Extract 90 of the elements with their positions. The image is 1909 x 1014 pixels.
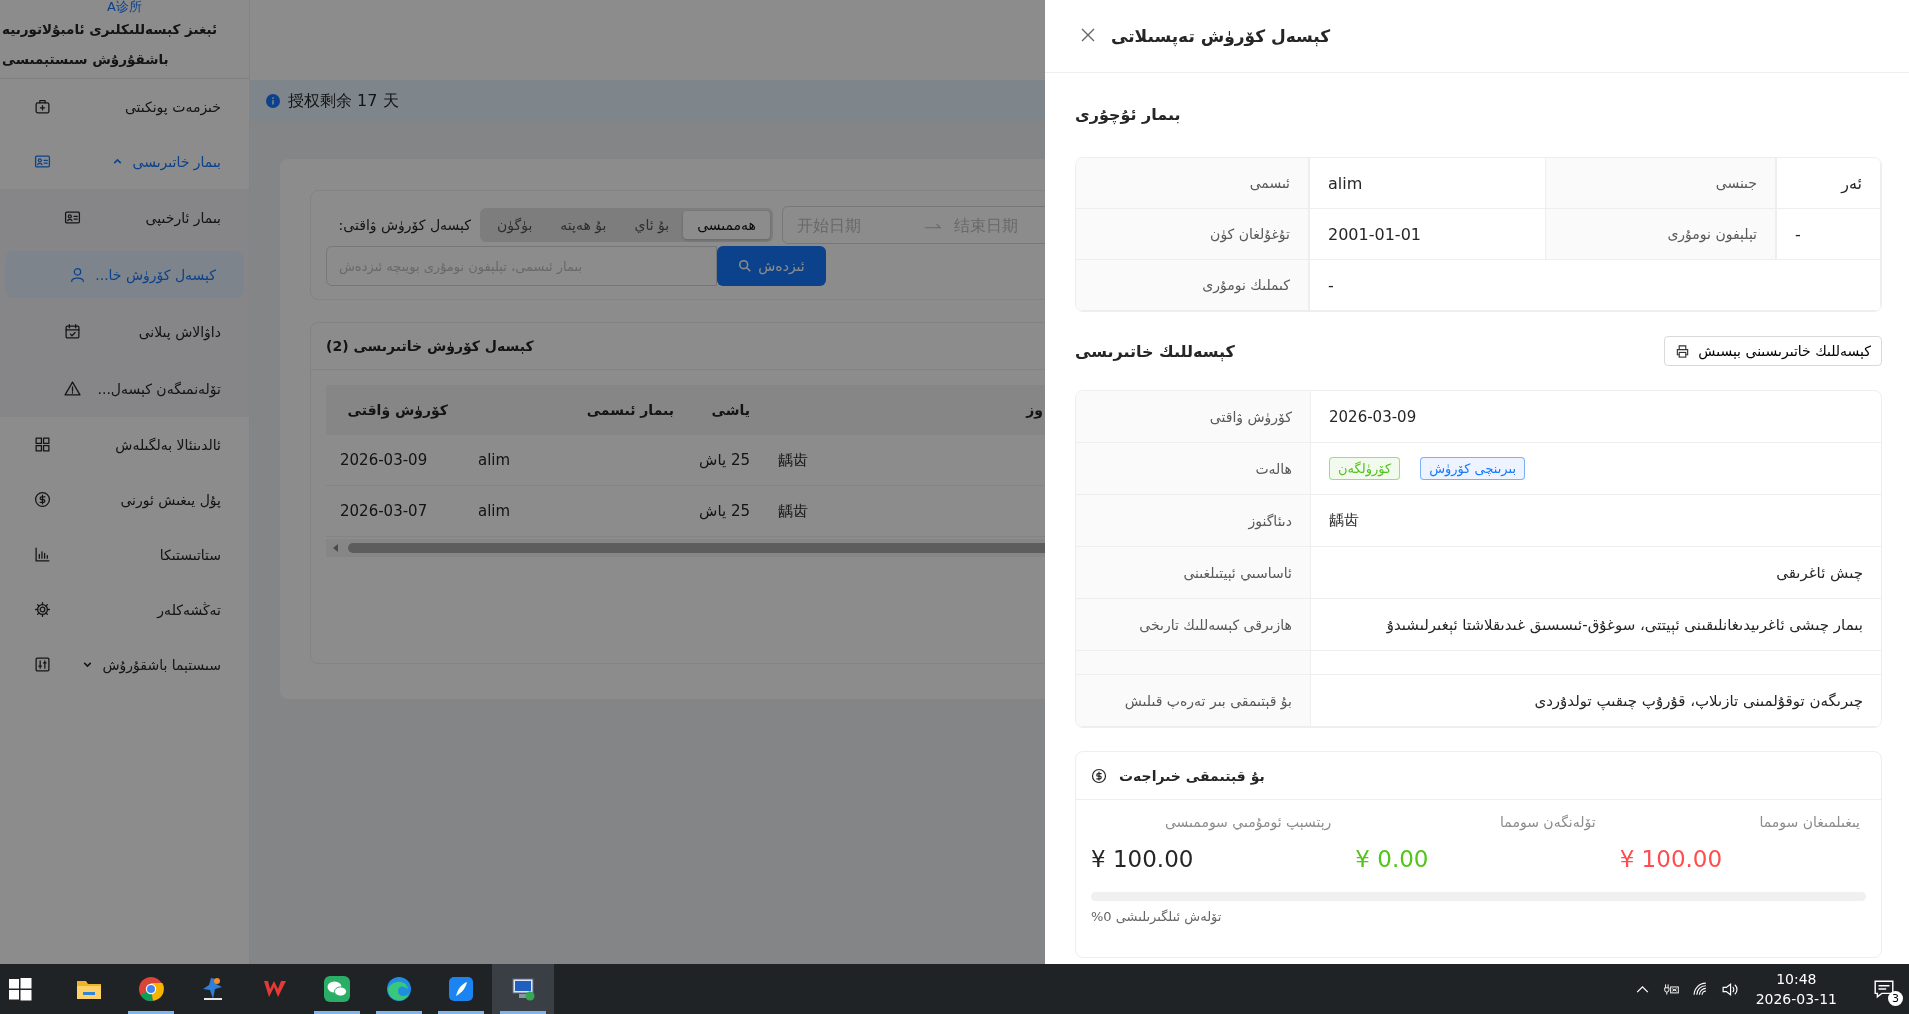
menu-item[interactable]: بىمار خاتىرىسى xyxy=(0,134,249,189)
menu-item[interactable]: تەڭشەكلەر xyxy=(0,582,249,637)
field-label: ھازىرقى كېسەللىك تارىخى xyxy=(1076,599,1311,650)
amount-label: يىغىلمىغان سومما xyxy=(1758,814,1861,830)
notification-badge: 3 xyxy=(1888,991,1903,1006)
warning-icon xyxy=(64,380,81,397)
dollar-icon xyxy=(34,491,51,508)
field-value: بىمار چىشى ئاغرىيدىغانلىقىنى ئېيتتى، سوغۇق-ئىسسىق غىدىقلاشتا ئېغىرلىشىدۇ xyxy=(1385,614,1864,637)
period-tab[interactable]: بۈگۈن xyxy=(483,211,547,239)
calendar-icon xyxy=(64,323,81,340)
search-button[interactable]: ئىزدەش xyxy=(717,246,826,286)
alert-text: 授权剩余 17 天 xyxy=(288,90,399,112)
period-tab[interactable]: بۇ ئاي xyxy=(620,211,684,239)
app-title: ئېغىز كېسەللىكلىرى ئامبۇلاتورىيە باشقۇرۇش سىستېمىسى xyxy=(1,20,219,69)
clock-date[interactable]: 2026-03-11 xyxy=(1755,989,1837,1009)
field-value: چىش ئاغرىقى xyxy=(1775,562,1864,584)
scroll-left-icon[interactable] xyxy=(332,543,340,553)
submenu-item[interactable]: تۆلەنمىگەن كېسەل... xyxy=(0,360,249,417)
start-icon xyxy=(6,975,34,1003)
field-label: كۆرۈش ۋاقتى xyxy=(1076,391,1311,442)
field-label: ئاساسىي ئېيتىلغىنى xyxy=(1076,547,1311,598)
amount-label: رېتسېپ ئومۇمىي سوممىسى xyxy=(1163,814,1333,830)
print-button[interactable]: كېسەللىك خاتىرىسىنى بېسىش xyxy=(1664,336,1882,366)
settings-icon xyxy=(34,601,51,618)
clock-time[interactable]: 10:48 xyxy=(1776,969,1817,989)
column-header: بىمار ئىسمى xyxy=(585,402,675,418)
info-icon xyxy=(266,94,280,108)
submenu-item[interactable]: داۋالاش پىلانى xyxy=(0,303,249,360)
browser-icon xyxy=(137,975,165,1003)
panel-title: بۇ قېتىمقى خىراجەت xyxy=(1119,767,1265,784)
filter-label: كېسەل كۆرۈش ۋاقتى: xyxy=(337,217,471,233)
field-label: دىئاگنوز xyxy=(1076,495,1311,546)
table-cell-text: alim xyxy=(477,502,512,520)
bar-chart-icon xyxy=(34,546,51,563)
field-label: جىنسى xyxy=(1546,158,1776,209)
table-cell-text: 25 ياش xyxy=(698,451,751,469)
menu-item[interactable]: ستاتىستىكا xyxy=(0,527,249,582)
id-card-icon xyxy=(64,209,81,226)
drawer-title: كېسەل كۆرۈش تەپسىلاتى xyxy=(1111,26,1331,46)
table-cell-text: 2026-03-07 xyxy=(339,502,429,520)
period-tab[interactable]: ھەممىسى xyxy=(683,211,770,239)
status-tag: كۆرۈلگەن xyxy=(1329,457,1401,480)
monitor-icon xyxy=(509,975,537,1003)
menu-item[interactable]: سىستېما باشقۇرۇش xyxy=(0,637,249,692)
notification-icon[interactable] xyxy=(1873,978,1895,1000)
amount-value: ¥ 100.00 xyxy=(1091,846,1195,872)
id-card-icon xyxy=(34,153,51,170)
menu-item[interactable]: پۇل يىغىش ئورنى xyxy=(0,472,249,527)
field-label: بۇ قېتىمقى بىر تەرەپ قىلىش xyxy=(1076,675,1311,726)
amount-label: تۆلەنگەن سومما xyxy=(1499,814,1597,830)
table-cell-text: 龋齿 xyxy=(777,450,809,470)
table-cell-text: alim xyxy=(477,451,512,469)
dollar-icon xyxy=(1091,767,1107,784)
feather-icon xyxy=(447,975,475,1003)
amount-value: ¥ 100.00 xyxy=(1619,846,1724,872)
table-cell-text: 25 ياش xyxy=(698,502,751,520)
grid-icon xyxy=(34,436,51,453)
column-header: ياشى xyxy=(710,402,751,418)
submenu-item[interactable]: بىمار ئارخىپى xyxy=(0,189,249,246)
column-header: كۆرۈش ۋاقتى xyxy=(346,402,449,418)
field-label: كىملىك نومۇرى xyxy=(1076,260,1309,311)
field-value: - xyxy=(1309,260,1881,311)
menu-item[interactable]: خىزمەت پونكىتى xyxy=(0,79,249,134)
person-icon xyxy=(69,266,86,283)
menu-item[interactable]: ئالدىنئالا بەلگىلەش xyxy=(0,417,249,472)
field-label: تېلېفون نومۇرى xyxy=(1546,209,1776,260)
section-title: كېسەللىك خاتىرىسى xyxy=(1075,341,1235,361)
amount-value: ¥ 0.00 xyxy=(1355,846,1430,872)
printer-icon xyxy=(1675,343,1691,359)
wifi-icon[interactable] xyxy=(1691,980,1709,998)
table-cell-text: 2026-03-09 xyxy=(339,451,429,469)
field-value: 2026-03-09 xyxy=(1328,406,1418,428)
medical-bag-icon xyxy=(34,98,51,115)
chat-bubbles-icon xyxy=(323,975,351,1003)
progress-label: تۆلەش ئىلگىرىلىشى 0% xyxy=(1091,909,1223,924)
sliders-icon xyxy=(34,656,51,673)
clinic-name: A诊所 xyxy=(107,0,142,14)
search-icon xyxy=(738,259,753,273)
period-tab[interactable]: بۇ ھەپتە xyxy=(546,211,621,239)
table-cell-text: 龋齿 xyxy=(777,501,809,521)
swirl-browser-icon xyxy=(385,975,413,1003)
status-tag: بىرىنچى كۆرۈش xyxy=(1420,457,1526,480)
volume-icon[interactable] xyxy=(1720,980,1738,998)
field-label: ئىسمى xyxy=(1076,158,1309,209)
section-title: بىمار ئۇچۇرى xyxy=(1075,104,1182,127)
field-label: تۇغۇلغان كۈن xyxy=(1076,209,1309,260)
field-value: 龋齿 xyxy=(1328,510,1360,531)
column-header: وز xyxy=(1024,402,1044,418)
field-label: ھالەت xyxy=(1076,443,1311,494)
field-value: چىرىگەن توقۇلمىنى تازىلاپ، قۇرۇپ چىقىپ تولدۇردى xyxy=(1533,690,1864,713)
